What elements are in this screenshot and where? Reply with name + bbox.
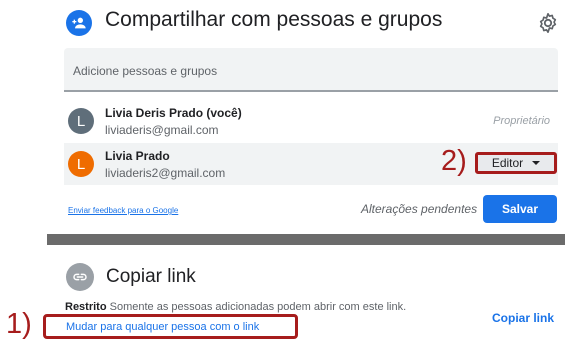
gear-icon[interactable]	[537, 12, 559, 34]
owner-role-label: Proprietário	[493, 115, 550, 127]
person-name: Livia Deris Prado (você)	[105, 106, 242, 120]
role-dropdown[interactable]: Editor	[475, 152, 557, 174]
pending-changes-text: Alterações pendentes	[361, 202, 478, 216]
panel-divider	[47, 234, 565, 245]
person-email: liviaderis@gmail.com	[105, 123, 219, 137]
copy-link-button[interactable]: Copiar link	[492, 311, 554, 325]
role-dropdown-label: Editor	[491, 156, 524, 170]
person-row-owner: L Livia Deris Prado (você) liviaderis@gm…	[64, 100, 558, 142]
person-email: liviaderis2@gmail.com	[105, 166, 226, 180]
callout-2: 2)	[441, 145, 467, 177]
feedback-link[interactable]: Enviar feedback para o Google	[68, 206, 178, 215]
avatar: L	[68, 151, 94, 177]
share-title: Compartilhar com pessoas e grupos	[105, 8, 443, 31]
link-glyph	[73, 273, 87, 281]
person-add-glyph	[72, 17, 86, 29]
callout-1: 1)	[6, 308, 32, 340]
avatar: L	[68, 108, 94, 134]
person-name: Livia Prado	[105, 149, 170, 163]
copy-link-title: Copiar link	[106, 266, 196, 287]
link-icon	[66, 263, 94, 291]
save-button[interactable]: Salvar	[483, 195, 557, 223]
add-people-input[interactable]: Adicione pessoas e grupos	[64, 48, 558, 92]
change-access-link[interactable]: Mudar para qualquer pessoa com o link	[66, 321, 259, 333]
person-add-icon	[66, 10, 92, 36]
restriction-label: Restrito	[65, 301, 107, 313]
restriction-text: Restrito Somente as pessoas adicionadas …	[65, 301, 406, 313]
caret-down-icon	[532, 161, 541, 165]
restriction-description: Somente as pessoas adicionadas podem abr…	[109, 301, 407, 313]
